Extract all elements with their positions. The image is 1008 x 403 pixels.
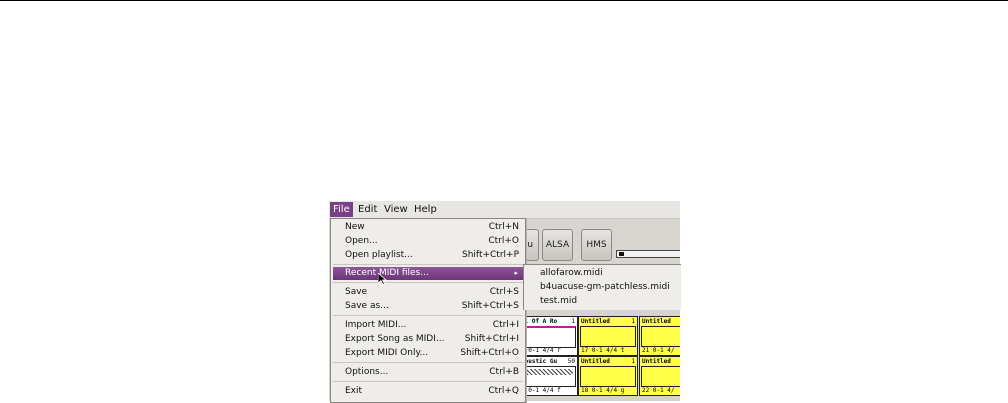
mouse-pointer-icon: [378, 273, 388, 285]
submenu-arrow-icon: ▸: [514, 269, 518, 277]
recent-file-item[interactable]: b4uacuse-gm-patchless.midi: [540, 281, 670, 294]
progress-indicator: [619, 252, 625, 256]
pattern-slot[interactable]: coustic Gu 50 9 0-1 4/4 f: [518, 356, 578, 396]
menu-item-options[interactable]: Options... Ctrl+B: [333, 366, 523, 379]
recent-file-item[interactable]: allofarow.midi: [540, 267, 603, 280]
menu-item-shortcut: Ctrl+I: [492, 320, 519, 330]
pattern-title: Untitled: [642, 358, 671, 365]
menu-item-label: Open playlist...: [345, 250, 413, 260]
pattern-body: [641, 366, 680, 387]
pattern-number: 1: [631, 358, 635, 365]
pattern-slot[interactable]: Untitled 1 21 0-1 4/: [639, 316, 680, 356]
pattern-body: [641, 326, 680, 347]
pattern-slot[interactable]: ll Of A Ro 1 6 0-1 4/4 r: [518, 316, 578, 356]
menu-item-shortcut: Ctrl+B: [489, 367, 519, 377]
menu-item-label: Exit: [345, 386, 363, 396]
menu-item-shortcut: Shift+Ctrl+S: [461, 301, 519, 311]
file-menu-dropdown: New Ctrl+N Open... Ctrl+O Open playlist.…: [330, 218, 526, 403]
menu-separator: [333, 264, 523, 265]
pattern-body: [580, 366, 636, 387]
pattern-slot[interactable]: Untitled 1 17 0-1 4/4 t: [578, 316, 638, 356]
pattern-footer: 17 0-1 4/4 t: [581, 347, 625, 354]
menu-item-open[interactable]: Open... Ctrl+O: [333, 235, 523, 248]
recent-file-item[interactable]: test.mid: [540, 295, 577, 308]
menu-item-label: Export Song as MIDI...: [345, 334, 445, 344]
menu-bar: File Edit View Help: [329, 201, 680, 219]
menu-item-recent-midi[interactable]: Recent MIDI files... ▸: [333, 267, 523, 280]
pattern-slot[interactable]: Untitled 1 18 0-1 4/4 g: [578, 356, 638, 396]
pattern-footer: 22 0-1 4/: [642, 387, 675, 394]
menu-separator: [333, 282, 523, 283]
menu-item-label: Export MIDI Only...: [345, 348, 429, 358]
menu-item-save[interactable]: Save Ctrl+S: [333, 286, 523, 299]
menu-separator: [333, 315, 523, 316]
pattern-footer: 9 0-1 4/4 f: [521, 387, 561, 394]
menu-item-shortcut: Shift+Ctrl+P: [462, 250, 519, 260]
menu-item-label: New: [345, 222, 365, 232]
pattern-number: 1: [571, 318, 575, 325]
menu-item-shortcut: Shift+Ctrl+O: [460, 348, 519, 358]
menu-item-open-playlist[interactable]: Open playlist... Shift+Ctrl+P: [333, 249, 523, 262]
recent-files-submenu: allofarow.midi b4uacuse-gm-patchless.mid…: [523, 264, 681, 310]
pattern-footer: 21 0-1 4/: [642, 347, 675, 354]
alsa-button[interactable]: ALSA: [542, 229, 573, 261]
menu-item-shortcut: Ctrl+O: [488, 236, 519, 246]
menu-item-exit[interactable]: Exit Ctrl+Q: [333, 385, 523, 398]
hms-button[interactable]: HMS: [581, 229, 612, 261]
top-border-line: [0, 0, 1008, 1]
menu-view[interactable]: View: [381, 202, 411, 217]
menu-item-export-song-midi[interactable]: Export Song as MIDI... Shift+Ctrl+I: [333, 333, 523, 346]
menu-help[interactable]: Help: [411, 202, 440, 217]
pattern-number: 1: [631, 318, 635, 325]
menu-item-shortcut: Ctrl+S: [489, 287, 519, 297]
pattern-body: [520, 326, 576, 348]
menu-file[interactable]: File: [330, 202, 353, 217]
menu-item-label: Import MIDI...: [345, 320, 407, 330]
menu-item-save-as[interactable]: Save as... Shift+Ctrl+S: [333, 300, 523, 313]
menu-item-import-midi[interactable]: Import MIDI... Ctrl+I: [333, 319, 523, 332]
pattern-number: 50: [567, 358, 575, 365]
song-progress-bar[interactable]: [616, 250, 680, 258]
pattern-title: coustic Gu: [521, 358, 558, 365]
menu-item-shortcut: Ctrl+N: [488, 222, 519, 232]
menu-item-label: Open...: [345, 236, 378, 246]
menu-item-shortcut: Ctrl+Q: [488, 386, 519, 396]
pattern-events: [523, 369, 573, 375]
menu-item-shortcut: Shift+Ctrl+I: [464, 334, 519, 344]
pattern-body: [580, 326, 636, 347]
pattern-footer: 6 0-1 4/4 r: [521, 347, 561, 354]
menu-separator: [333, 362, 523, 363]
pattern-body: [520, 366, 576, 387]
menu-item-label: Save as...: [345, 301, 389, 311]
pattern-title: Untitled: [581, 358, 610, 365]
pattern-title: ll Of A Ro: [521, 318, 558, 325]
menu-item-label: Options...: [345, 367, 389, 377]
menu-item-export-midi-only[interactable]: Export MIDI Only... Shift+Ctrl+O: [333, 347, 523, 360]
menu-item-label: Save: [345, 287, 368, 297]
pattern-title: Untitled: [642, 318, 671, 325]
menu-item-new[interactable]: New Ctrl+N: [333, 221, 523, 234]
pattern-title: Untitled: [581, 318, 610, 325]
pattern-slot[interactable]: Untitled 1 22 0-1 4/: [639, 356, 680, 396]
pattern-footer: 18 0-1 4/4 g: [581, 387, 625, 394]
menu-edit[interactable]: Edit: [355, 202, 380, 217]
menu-separator: [333, 381, 523, 382]
